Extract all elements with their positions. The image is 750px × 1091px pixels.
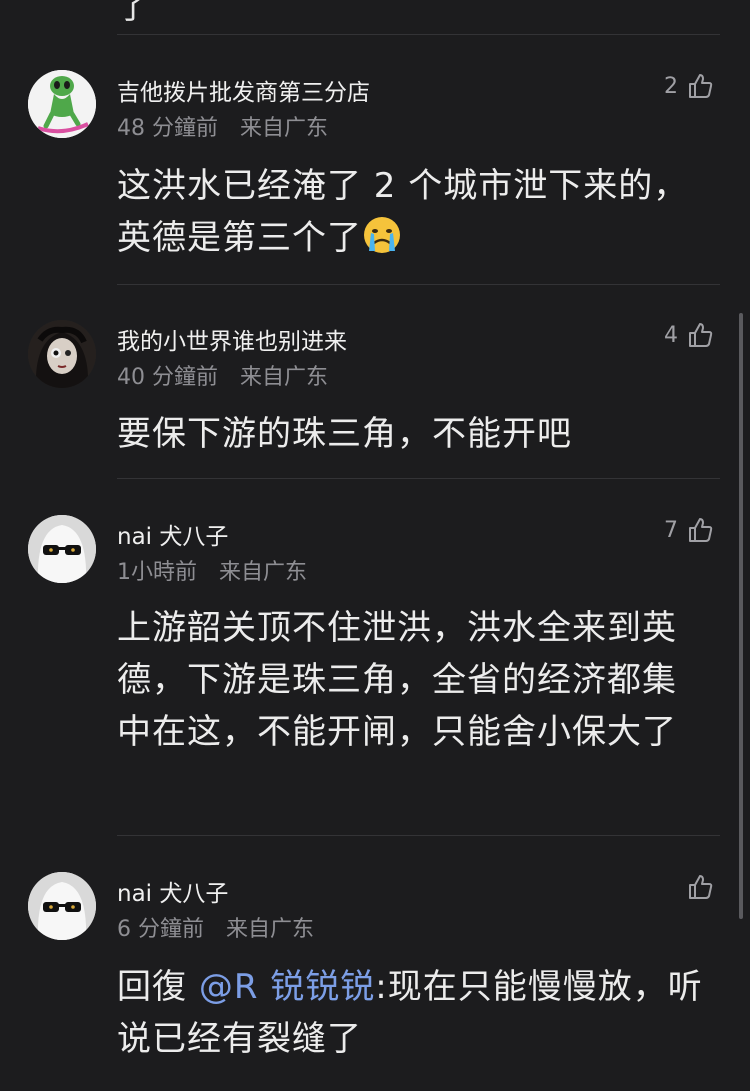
ghost-sunglasses-avatar-icon [28, 515, 96, 583]
like-button[interactable]: 4 [664, 321, 714, 349]
like-button[interactable] [678, 873, 714, 901]
timestamp: 48 分鐘前 [117, 116, 218, 141]
location: 来自广东 [240, 116, 329, 141]
like-count: 4 [664, 322, 678, 348]
comment-meta: 40 分鐘前 来自广东 [117, 359, 328, 391]
username[interactable]: nai 犬八子 [117, 874, 228, 908]
timestamp: 40 分鐘前 [117, 365, 218, 390]
comment-text: 这洪水已经淹了 2 个城市泄下来的，英德是第三个了 [117, 160, 707, 264]
username[interactable]: 我的小世界谁也别进来 [117, 322, 347, 356]
comment-text: 上游韶关顶不住泄洪，洪水全来到英德，下游是珠三角，全省的经济都集中在这，不能开闸… [117, 608, 677, 752]
location: 来自广东 [219, 560, 308, 585]
like-button[interactable]: 2 [664, 72, 714, 100]
crying-face-icon [362, 215, 402, 255]
comment-body: 这洪水已经淹了 2 个城市泄下来的，英德是第三个了 [117, 166, 689, 258]
thumbs-up-icon [689, 875, 713, 899]
location: 来自广东 [226, 917, 315, 942]
reply-prefix: 回復 [117, 967, 199, 1007]
dark-portrait-avatar-icon [28, 320, 96, 388]
like-count: 7 [664, 517, 678, 543]
avatar[interactable] [28, 320, 96, 388]
avatar[interactable] [28, 872, 96, 940]
previous-comment-text-fragment: 了 [117, 0, 150, 26]
like-button[interactable]: 7 [664, 516, 714, 544]
username[interactable]: nai 犬八子 [117, 517, 228, 551]
ghost-sunglasses-avatar-icon [28, 872, 96, 940]
username[interactable]: 吉他拨片批发商第三分店 [117, 73, 370, 107]
comment-text: 要保下游的珠三角，不能开吧 [117, 414, 572, 454]
mention-link[interactable]: @R 锐锐锐 [199, 967, 375, 1007]
thumbs-up-icon [689, 74, 713, 98]
alien-skateboard-avatar-icon [28, 70, 96, 138]
comment-meta: 1小時前 来自广东 [117, 554, 307, 586]
divider [117, 478, 720, 479]
scrollbar[interactable] [739, 313, 743, 919]
timestamp: 6 分鐘前 [117, 917, 204, 942]
timestamp: 1小時前 [117, 560, 197, 585]
divider [117, 284, 720, 285]
thumbs-up-icon [689, 323, 713, 347]
thumbs-up-icon [689, 518, 713, 542]
location: 来自广东 [240, 365, 329, 390]
avatar[interactable] [28, 515, 96, 583]
comment-meta: 6 分鐘前 来自广东 [117, 911, 314, 943]
like-count: 2 [664, 73, 678, 99]
comment-text: 回復 @R 锐锐锐:现在只能慢慢放，听说已经有裂缝了 [117, 961, 707, 1065]
avatar[interactable] [28, 70, 96, 138]
divider [117, 835, 720, 836]
comment-meta: 48 分鐘前 来自广东 [117, 110, 328, 142]
divider [117, 34, 720, 35]
